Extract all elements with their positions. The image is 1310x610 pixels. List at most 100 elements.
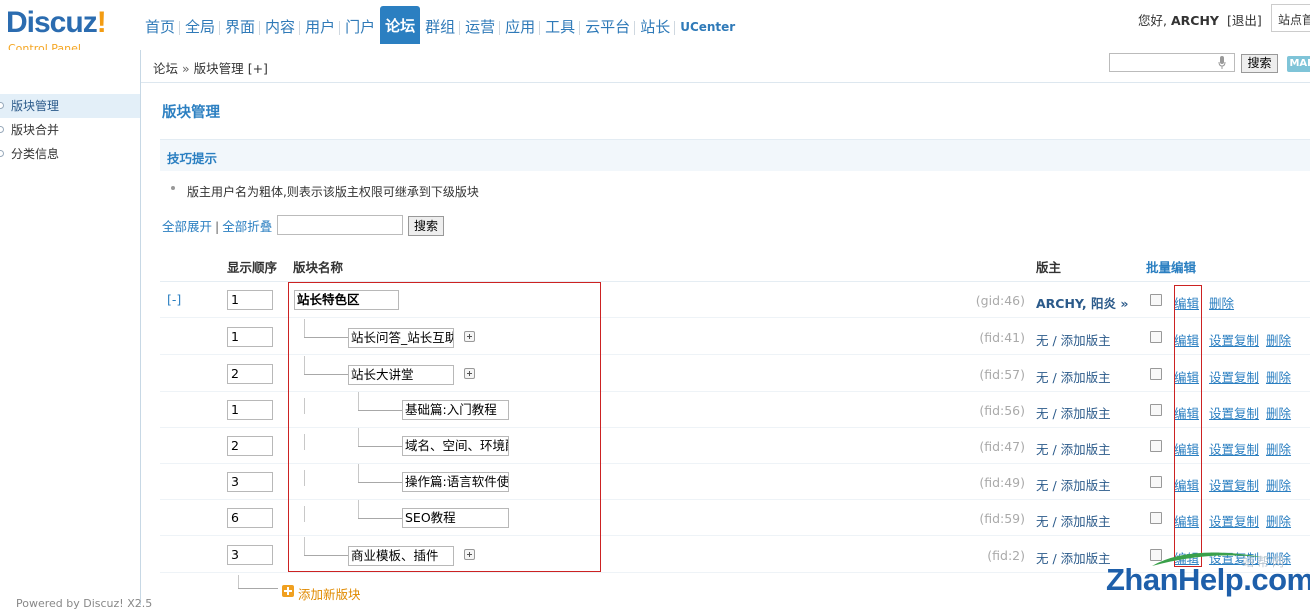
version-text: Powered by Discuz! X2.5 bbox=[16, 597, 153, 610]
logo-subtitle: Control Panel bbox=[8, 42, 81, 50]
nav-operation[interactable]: 运营 bbox=[460, 10, 501, 44]
sidebar-item-forum-manage[interactable]: 版块管理 bbox=[0, 94, 140, 118]
collapse-all-link[interactable]: 全部折叠 bbox=[222, 219, 272, 234]
nav-ucenter[interactable]: UCenter bbox=[675, 10, 740, 44]
nav-user[interactable]: 用户 bbox=[300, 10, 341, 44]
order-input[interactable]: 1 bbox=[227, 290, 273, 310]
microphone-icon[interactable] bbox=[1218, 56, 1226, 69]
sidebar: 版块管理 版块合并 分类信息 bbox=[0, 50, 141, 605]
nav-group[interactable]: 群组 bbox=[420, 10, 461, 44]
copy-settings-link[interactable]: 设置复制 bbox=[1209, 330, 1259, 349]
nav-global[interactable]: 全局 bbox=[180, 10, 221, 44]
batch-checkbox[interactable] bbox=[1150, 368, 1162, 380]
batch-checkbox[interactable] bbox=[1150, 549, 1162, 561]
batch-checkbox[interactable] bbox=[1150, 331, 1162, 343]
tree-tools: 全部展开 | 全部折叠 bbox=[162, 219, 273, 234]
tip-text: 版主用户名为粗体,则表示该版主权限可继承到下级版块 bbox=[187, 185, 479, 199]
moderator-link[interactable]: 无 / 添加版主 bbox=[1036, 330, 1111, 349]
breadcrumb-bar: 论坛»版块管理[+] 搜索 MAP bbox=[141, 50, 1310, 83]
tree-line bbox=[238, 588, 278, 589]
moderator-link[interactable]: ARCHY, 阳炎 » bbox=[1036, 293, 1128, 312]
add-favorite-button[interactable]: [+] bbox=[248, 61, 268, 76]
expand-all-link[interactable]: 全部展开 bbox=[162, 219, 212, 234]
tree-line bbox=[238, 575, 239, 588]
delete-link[interactable]: 删除 bbox=[1266, 367, 1291, 386]
delete-link[interactable]: 删除 bbox=[1266, 403, 1291, 422]
delete-link[interactable]: 删除 bbox=[1266, 330, 1291, 349]
batch-checkbox[interactable] bbox=[1150, 294, 1162, 306]
order-input[interactable]: 1 bbox=[227, 400, 273, 420]
forum-filter-input[interactable] bbox=[277, 215, 403, 235]
logout-link[interactable]: [退出] bbox=[1227, 13, 1262, 28]
top-search-button[interactable]: 搜索 bbox=[1241, 54, 1278, 73]
username: ARCHY bbox=[1170, 13, 1219, 28]
batch-checkbox[interactable] bbox=[1150, 404, 1162, 416]
nav-portal[interactable]: 门户 bbox=[340, 10, 380, 44]
forum-id: (fid:41) bbox=[979, 330, 1025, 345]
delete-link[interactable]: 删除 bbox=[1266, 475, 1291, 494]
add-new-forum-link[interactable]: 添加新版块 bbox=[298, 584, 361, 603]
order-input[interactable]: 1 bbox=[227, 327, 273, 347]
add-icon[interactable] bbox=[282, 585, 294, 597]
header-moderator: 版主 bbox=[1036, 260, 1062, 275]
delete-link[interactable]: 删除 bbox=[1266, 439, 1291, 458]
user-area: 您好, ARCHY [退出] bbox=[1138, 10, 1262, 29]
copy-settings-link[interactable]: 设置复制 bbox=[1209, 439, 1259, 458]
sidebar-item-forum-merge[interactable]: 版块合并 bbox=[0, 118, 140, 142]
highlight-box-edit bbox=[1174, 285, 1202, 567]
forum-id: (fid:57) bbox=[979, 367, 1025, 382]
order-input[interactable]: 2 bbox=[227, 436, 273, 456]
batch-checkbox[interactable] bbox=[1150, 476, 1162, 488]
moderator-link[interactable]: 无 / 添加版主 bbox=[1036, 548, 1111, 567]
copy-settings-link[interactable]: 设置复制 bbox=[1209, 367, 1259, 386]
sidebar-item-thread-types[interactable]: 分类信息 bbox=[0, 142, 140, 166]
nav-webmaster[interactable]: 站长 bbox=[635, 10, 676, 44]
delete-link[interactable]: 删除 bbox=[1266, 511, 1291, 530]
copy-settings-link[interactable]: 设置复制 bbox=[1209, 548, 1259, 567]
order-input[interactable]: 2 bbox=[227, 364, 273, 384]
nav-app[interactable]: 应用 bbox=[500, 10, 541, 44]
forum-filter-button[interactable]: 搜索 bbox=[408, 216, 444, 236]
delete-link[interactable]: 删除 bbox=[1266, 548, 1291, 567]
forum-id: (gid:46) bbox=[975, 293, 1025, 308]
nav-cloud[interactable]: 云平台 bbox=[580, 10, 636, 44]
order-input[interactable]: 3 bbox=[227, 545, 273, 565]
main-nav: 首页 全局 界面 内容 用户 门户 论坛 群组 运营 应用 工具 云平台 站长 … bbox=[140, 6, 740, 44]
moderator-link[interactable]: 无 / 添加版主 bbox=[1036, 367, 1111, 386]
moderator-link[interactable]: 无 / 添加版主 bbox=[1036, 475, 1111, 494]
logo[interactable]: Discuz! Control Panel bbox=[6, 6, 136, 50]
map-button[interactable]: MAP bbox=[1287, 56, 1310, 72]
tip-bullet-icon bbox=[171, 186, 175, 190]
bullet-icon bbox=[0, 102, 4, 109]
moderator-link[interactable]: 无 / 添加版主 bbox=[1036, 439, 1111, 458]
forum-id: (fid:56) bbox=[979, 403, 1025, 418]
batch-edit-link[interactable]: 批量编辑 bbox=[1146, 257, 1196, 276]
copy-settings-link[interactable]: 设置复制 bbox=[1209, 511, 1259, 530]
nav-content[interactable]: 内容 bbox=[260, 10, 301, 44]
page-title: 版块管理 bbox=[162, 105, 220, 121]
breadcrumb: 论坛» 版块管理 [+] bbox=[153, 61, 268, 76]
moderator-link[interactable]: 无 / 添加版主 bbox=[1036, 511, 1111, 530]
copy-settings-link[interactable]: 设置复制 bbox=[1209, 403, 1259, 422]
nav-home[interactable]: 首页 bbox=[140, 10, 181, 44]
logo-exclaim: ! bbox=[96, 6, 107, 39]
header-order: 显示顺序 bbox=[227, 260, 278, 275]
forum-id: (fid:49) bbox=[979, 475, 1025, 490]
delete-link[interactable]: 删除 bbox=[1209, 293, 1234, 312]
order-input[interactable]: 3 bbox=[227, 472, 273, 492]
nav-tools[interactable]: 工具 bbox=[540, 10, 581, 44]
nav-style[interactable]: 界面 bbox=[220, 10, 261, 44]
batch-checkbox[interactable] bbox=[1150, 512, 1162, 524]
tips-title: 技巧提示 bbox=[167, 151, 218, 166]
batch-checkbox[interactable] bbox=[1150, 440, 1162, 452]
breadcrumb-root[interactable]: 论坛 bbox=[153, 61, 178, 76]
collapse-toggle[interactable]: [-] bbox=[167, 292, 181, 307]
order-input[interactable]: 6 bbox=[227, 508, 273, 528]
nav-forum[interactable]: 论坛 bbox=[380, 6, 421, 44]
highlight-box-names bbox=[288, 282, 601, 572]
copy-settings-link[interactable]: 设置复制 bbox=[1209, 475, 1259, 494]
site-home-link[interactable]: 站点首页 bbox=[1271, 4, 1310, 32]
top-search-input[interactable] bbox=[1109, 53, 1235, 72]
greeting: 您好, bbox=[1138, 13, 1167, 28]
moderator-link[interactable]: 无 / 添加版主 bbox=[1036, 403, 1111, 422]
